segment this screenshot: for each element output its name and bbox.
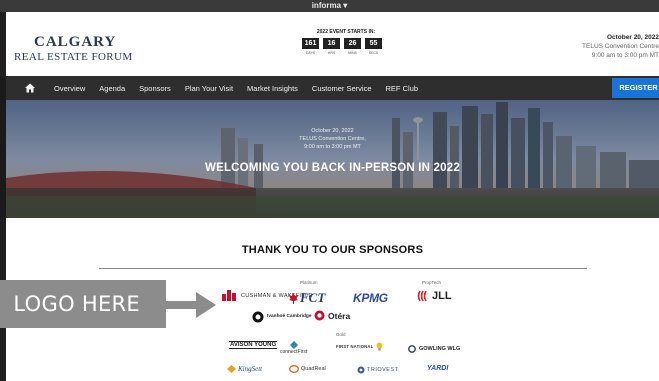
sponsor-name: JLL [432,290,452,302]
countdown-value: 55 [365,38,382,49]
sponsor-logo-kingsett[interactable]: KingSett [227,365,262,373]
sponsor-logo-otera[interactable]: Otéra [314,310,350,321]
nav-item-market-insights[interactable]: Market Insights [247,84,298,93]
sponsor-logo-connectfirst[interactable]: connectFirst [280,341,307,355]
tier-label-gold: Gold [336,332,346,337]
site-header: CALGARY REAL ESTATE FORUM 2022 EVENT STA… [0,12,659,76]
logo-title[interactable]: CALGARY [34,34,116,51]
home-icon[interactable] [24,82,36,94]
countdown-hours: 16 HRS [323,38,340,55]
logo-subtitle[interactable]: REAL ESTATE FORUM [14,51,133,63]
kingsett-mark-icon [227,365,236,373]
hero-event-details: October 20, 2022 TELUS Convention Centre… [6,127,659,151]
hero-time: 9:00 am to 3:00 pm MT [304,144,361,150]
hero-title: WELCOMING YOU BACK IN-PERSON IN 2022 [205,162,460,174]
sponsor-name: FIRST NATIONAL [336,344,374,349]
event-info: October 20, 2022 TELUS Convention Centre… [549,33,659,60]
countdown-days: 161 DAYS [302,38,319,55]
nav-item-ref-club[interactable]: REF Club [386,84,419,93]
countdown-label: HRS [327,51,336,55]
divider [99,268,587,269]
sponsor-name: AVISON YOUNG [229,341,278,349]
sponsor-logo-ivanhoe-cambridge[interactable]: Ivanhoé Cambridge [252,311,312,323]
hero-date: October 20, 2022 [311,128,354,134]
countdown-label: DAYS [305,51,316,55]
lightbulb-icon [376,342,383,351]
sponsor-name: TRIOVEST [367,367,399,373]
page: informa ▾ CALGARY REAL ESTATE FORUM 2022… [0,0,659,381]
sponsor-name: connectFirst [280,349,308,355]
sponsor-logo-fct[interactable]: FCT [289,290,325,306]
sponsor-name: YARDI [427,365,449,372]
nav-item-sponsors[interactable]: Sponsors [139,84,171,93]
cushman-mark-icon [222,290,238,301]
sponsor-logo-gowling-wlg[interactable]: GOWLING WLG [408,345,460,353]
countdown-title: 2022 EVENT STARTS IN: [316,29,376,35]
sponsor-name: QuadReal [301,366,326,372]
nav-item-overview[interactable]: Overview [54,84,85,93]
hero-venue: TELUS Convention Centre, [299,136,366,142]
sponsor-logo-jll[interactable]: JLL [417,290,452,302]
sponsor-name: Otéra [328,310,351,321]
ivanhoe-mark-icon [252,311,264,323]
nav-item-plan-your-visit[interactable]: Plan Your Visit [185,84,233,93]
sponsor-logo-first-national[interactable]: FIRST NATIONAL [336,342,383,351]
sponsor-logo-quadreal[interactable]: QuadReal [289,365,326,373]
sponsor-logo-kpmg[interactable]: KPMG [353,291,388,305]
jll-mark-icon [417,290,427,302]
register-button[interactable]: REGISTER [612,78,659,98]
nav-items: Overview Agenda Sponsors Plan Your Visit… [54,76,432,100]
sponsor-name: Ivanhoé Cambridge [267,314,312,320]
informa-bar: informa ▾ [0,0,659,12]
countdown-seconds: 55 SECS [365,38,382,55]
sponsor-name: GOWLING WLG [419,346,461,352]
nav-item-agenda[interactable]: Agenda [99,84,125,93]
countdown-timer: 161 DAYS 16 HRS 26 MINS 55 SECS [302,38,382,55]
quadreal-mark-icon [289,365,299,373]
nav-item-customer-service[interactable]: Customer Service [312,84,372,93]
sponsor-logo-triovest[interactable]: TRIOVEST [357,366,399,374]
gowling-mark-icon [408,345,416,353]
event-venue: TELUS Convention Centre [582,43,659,50]
sponsor-name: FCT [300,290,326,305]
event-date: October 20, 2022 [606,34,659,41]
otera-mark-icon [314,310,325,321]
countdown-label: MINS [348,51,357,55]
sponsors-heading: THANK YOU TO OUR SPONSORS [241,244,424,256]
countdown-label: SECS [368,51,379,55]
main-nav: Overview Agenda Sponsors Plan Your Visit… [0,76,659,100]
tier-label-proptech: PropTech [422,280,442,285]
skyline-image [6,100,659,218]
connectfirst-mark-icon [289,341,298,349]
countdown-value: 16 [323,38,340,49]
sponsor-name: KingSett [238,365,263,373]
triovest-mark-icon [357,366,365,374]
sponsor-logo-avison-young[interactable]: AVISON YOUNG [229,341,278,349]
maple-leaf-icon [289,292,298,304]
hero-banner: October 20, 2022 TELUS Convention Centre… [0,100,659,218]
event-time: 9:00 am to 3:00 pm MT [591,52,659,59]
tier-label-platinum: Platinum [300,280,318,285]
informa-brand-menu[interactable]: informa ▾ [0,1,659,11]
callout-arrow-icon [166,292,216,318]
sponsor-logo-yardi[interactable]: YARDI [427,365,448,372]
countdown-value: 26 [344,38,361,49]
countdown-minutes: 26 MINS [344,38,361,55]
sponsor-name: KPMG [353,291,388,305]
countdown-value: 161 [302,38,319,49]
logo-placeholder-callout: LOGO HERE [0,280,166,328]
